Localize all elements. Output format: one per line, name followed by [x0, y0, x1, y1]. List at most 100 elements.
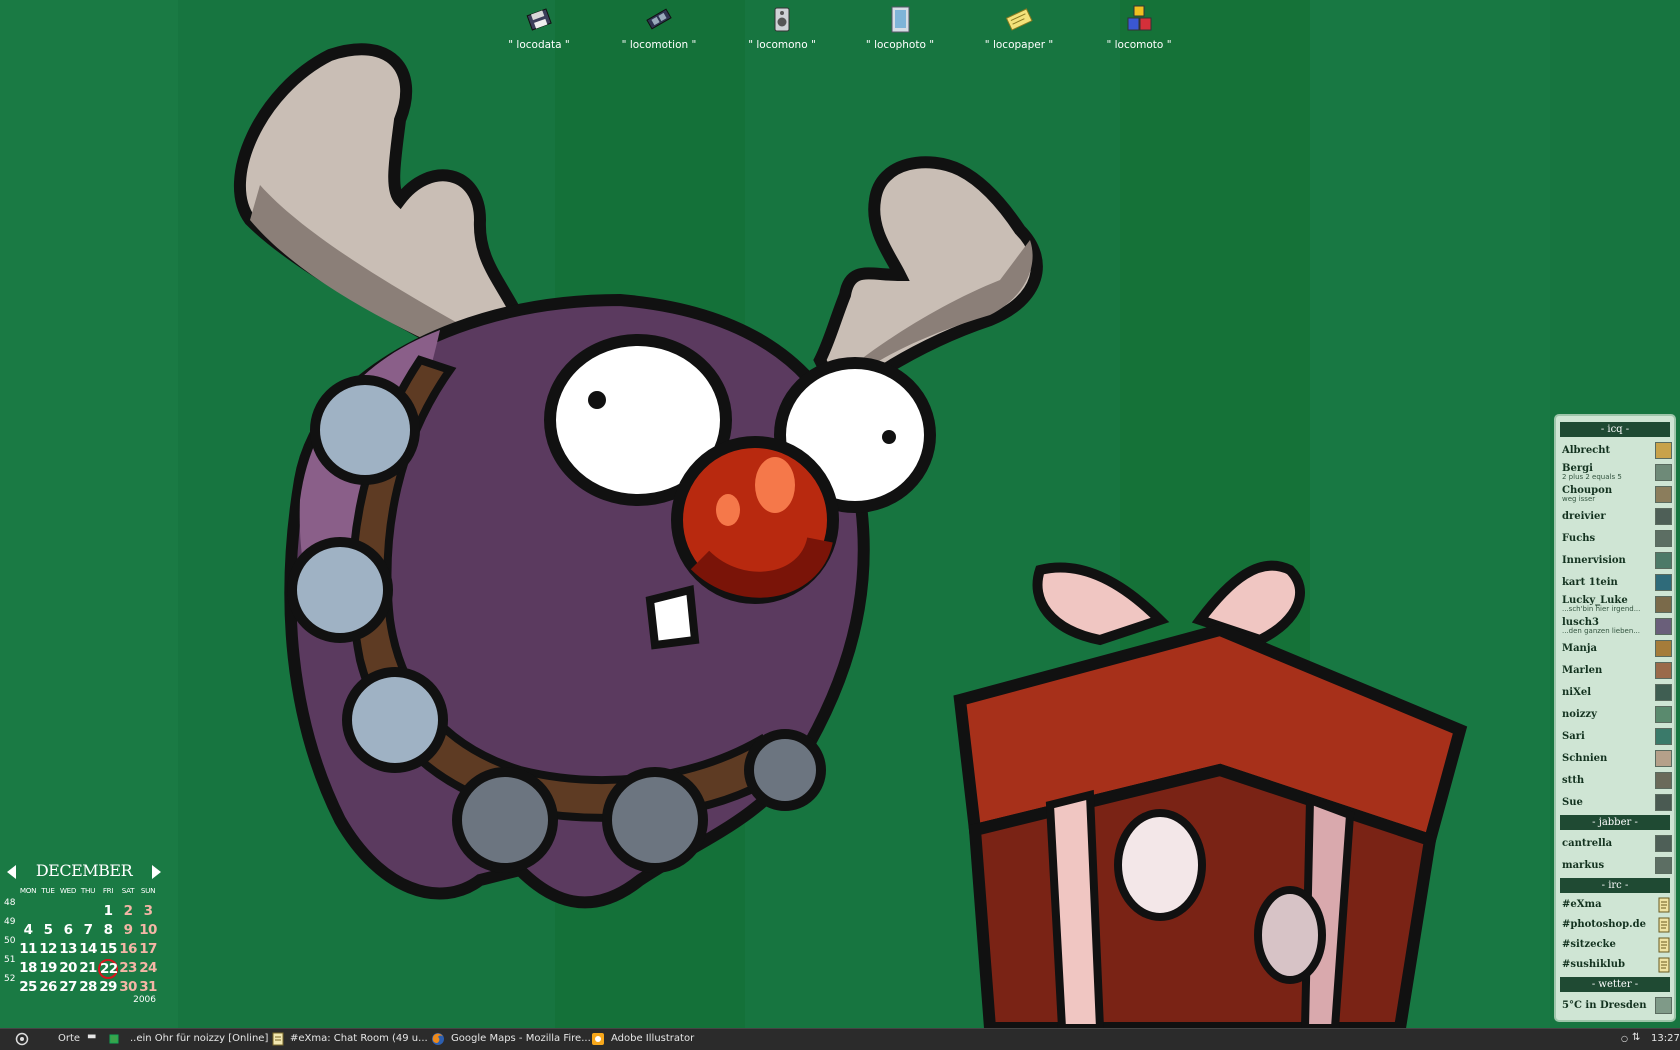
section-jabber[interactable]: - jabber - [1560, 815, 1670, 830]
buddy-item[interactable]: Schnien [1560, 749, 1672, 770]
calendar-week-number: 48 [4, 898, 16, 908]
buddy-name: markus [1562, 860, 1605, 871]
calendar-day-header: TUE [41, 886, 55, 895]
irc-channel[interactable]: #sitzecke [1560, 935, 1672, 956]
section-irc[interactable]: - irc - [1560, 878, 1670, 893]
buddy-item[interactable]: lusch3 ...den ganzen lieben... [1560, 617, 1672, 638]
buddy-item[interactable]: noizzy [1560, 705, 1672, 726]
desktop-icon-locophoto[interactable]: " locophoto " [845, 4, 955, 51]
buddy-item[interactable]: markus [1560, 856, 1672, 877]
avatar [1655, 684, 1672, 701]
buddy-status: 2 plus 2 equals 5 [1562, 473, 1622, 481]
calendar-day[interactable]: 7 [78, 921, 98, 940]
buddy-name: noizzy [1562, 709, 1597, 720]
calendar-year: 2006 [133, 995, 156, 1005]
calendar-day[interactable]: 11 [18, 940, 38, 959]
buddy-name: Sari [1562, 731, 1585, 742]
irc-channel[interactable]: #sushiklub [1560, 955, 1672, 976]
buddy-item[interactable]: Sari [1560, 727, 1672, 748]
clock[interactable]: 13:27 [1651, 1033, 1680, 1044]
section-wetter[interactable]: - wetter - [1560, 977, 1670, 992]
buddy-item[interactable]: Bergi 2 plus 2 equals 5 [1560, 463, 1672, 484]
buddy-item[interactable]: Albrecht [1560, 441, 1672, 462]
avatar [1655, 508, 1672, 525]
calendar-today[interactable]: 22 [98, 959, 118, 979]
weather-icon [1655, 997, 1672, 1014]
calendar-day[interactable]: 6 [58, 921, 78, 940]
calendar-day[interactable]: 23 [118, 959, 138, 978]
buddy-name: Fuchs [1562, 533, 1596, 544]
desktop-icon-locomono[interactable]: " locomono " [727, 4, 837, 51]
calendar-day[interactable]: 12 [38, 940, 58, 959]
desktop-icon-locopaper[interactable]: " locopaper " [964, 4, 1074, 51]
floppy-disk-icon [526, 8, 552, 31]
calendar-day[interactable]: 15 [98, 940, 118, 959]
calendar-day[interactable]: 3 [138, 902, 158, 921]
buddy-item[interactable]: Sue [1560, 793, 1672, 814]
calendar-day[interactable]: 1 [98, 902, 118, 921]
calendar-prev-icon[interactable] [7, 865, 16, 879]
places-menu[interactable]: Orte [58, 1033, 80, 1044]
avatar [1655, 486, 1672, 503]
task-label: ..ein Ohr für noizzy [Online] [130, 1033, 269, 1044]
calendar-day[interactable]: 8 [98, 921, 118, 940]
buddy-item[interactable]: Choupon weg isser [1560, 485, 1672, 506]
section-icq[interactable]: - icq - [1560, 422, 1670, 437]
weather-item[interactable]: 5°C in Dresden [1560, 996, 1672, 1017]
buddy-item[interactable]: Lucky_Luke ...sch'bin hier irgend... [1560, 595, 1672, 616]
tray-sync-icon[interactable]: ⇅ [1632, 1032, 1640, 1043]
buddy-name: #eXma [1562, 899, 1602, 910]
calendar-day[interactable]: 9 [118, 921, 138, 940]
calendar-day[interactable]: 26 [38, 978, 58, 997]
buddy-item[interactable]: kart 1tein [1560, 573, 1672, 594]
calendar-day[interactable]: 14 [78, 940, 98, 959]
calendar-day-header: SUN [140, 886, 156, 895]
buddy-name: Schnien [1562, 753, 1608, 764]
buddy-item[interactable]: Innervision [1560, 551, 1672, 572]
calendar-day[interactable]: 13 [58, 940, 78, 959]
irc-channel[interactable]: #photoshop.de [1560, 915, 1672, 936]
calendar-day[interactable]: 5 [38, 921, 58, 940]
calendar-day[interactable]: 16 [118, 940, 138, 959]
calendar-day[interactable]: 19 [38, 959, 58, 978]
buddy-name: #sushiklub [1562, 959, 1625, 970]
buddy-name: Sue [1562, 797, 1583, 808]
avatar [1655, 552, 1672, 569]
calendar-day[interactable]: 10 [138, 921, 158, 940]
calendar-next-icon[interactable] [152, 865, 161, 879]
desktop-icons: " locodata " " locomotion " " locomono "… [0, 0, 1680, 60]
calendar-header: DECEMBER [4, 861, 164, 883]
irc-channel[interactable]: #eXma [1560, 895, 1672, 916]
minus-icon[interactable]: ▬ [87, 1031, 96, 1042]
calendar-day[interactable]: 21 [78, 959, 98, 978]
main-menu-icon[interactable] [15, 1032, 29, 1046]
avatar [1655, 857, 1672, 874]
calendar-day[interactable]: 4 [18, 921, 38, 940]
calendar-day[interactable]: 17 [138, 940, 158, 959]
desktop-icon-locomoto[interactable]: " locomoto " [1084, 4, 1194, 51]
desktop-icon-locodata[interactable]: " locodata " [484, 4, 594, 51]
avatar [1655, 640, 1672, 657]
buddy-name: Albrecht [1562, 445, 1611, 456]
buddy-item[interactable]: Marlen [1560, 661, 1672, 682]
buddy-item[interactable]: dreivier [1560, 507, 1672, 528]
buddy-item[interactable]: Fuchs [1560, 529, 1672, 550]
scroll-icon [1658, 957, 1670, 973]
calendar-day[interactable]: 28 [78, 978, 98, 997]
calendar-day[interactable]: 29 [98, 978, 118, 997]
desktop-icon-locomotion[interactable]: " locomotion " [604, 4, 714, 51]
buddy-name: dreivier [1562, 511, 1606, 522]
buddy-item[interactable]: cantrella [1560, 834, 1672, 855]
tray-status-icon[interactable]: ○ [1621, 1034, 1628, 1043]
calendar-day[interactable]: 25 [18, 978, 38, 997]
calendar-day[interactable]: 2 [118, 902, 138, 921]
calendar-day[interactable]: 18 [18, 959, 38, 978]
buddy-item[interactable]: Manja [1560, 639, 1672, 660]
avatar [1655, 750, 1672, 767]
calendar-day[interactable]: 20 [58, 959, 78, 978]
calendar-day[interactable]: 24 [138, 959, 158, 978]
buddy-name: Marlen [1562, 665, 1603, 676]
buddy-item[interactable]: niXel [1560, 683, 1672, 704]
calendar-day[interactable]: 27 [58, 978, 78, 997]
buddy-item[interactable]: stth [1560, 771, 1672, 792]
